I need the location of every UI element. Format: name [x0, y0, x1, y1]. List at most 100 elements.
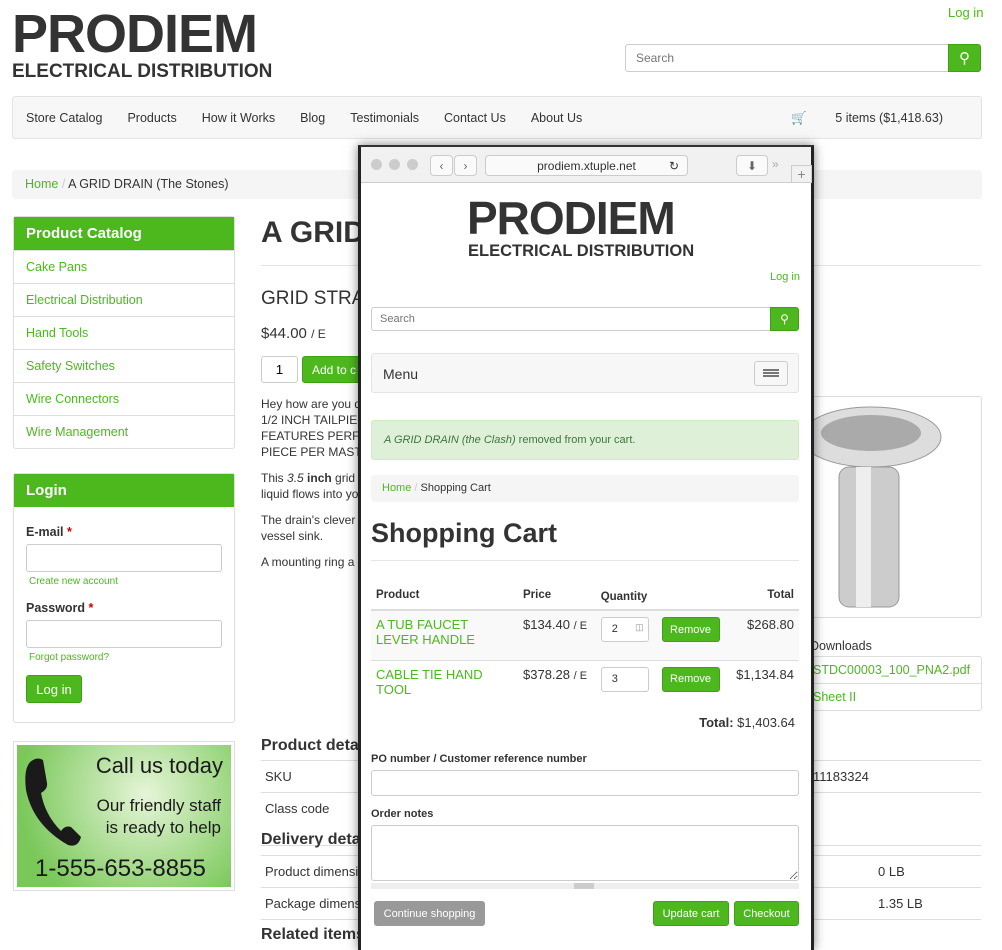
menu-label: Menu [383, 366, 419, 382]
cart-qty-input[interactable]: 3 [600, 666, 649, 692]
add-to-cart-button[interactable]: Add to c [302, 356, 362, 383]
col-product: Product [376, 589, 420, 601]
email-field[interactable] [26, 544, 222, 572]
catalog-item[interactable]: Wire Management [14, 415, 234, 448]
create-account-link[interactable]: Create new account [29, 576, 118, 587]
notes-label: Order notes [371, 808, 434, 820]
password-field[interactable] [26, 620, 222, 648]
search-button[interactable]: ⚲ [948, 44, 981, 72]
stepper-icon[interactable]: ◫ [635, 622, 644, 633]
cart-item-link[interactable]: CABLE TIE HAND TOOL [376, 667, 483, 697]
product-subtitle: GRID STRA [261, 288, 365, 309]
banner-phone: 1-555-653-8855 [35, 855, 206, 882]
search-icon: ⚲ [780, 312, 789, 326]
forward-button[interactable]: › [454, 155, 477, 176]
po-number-input[interactable] [371, 770, 799, 796]
close-window-button[interactable] [371, 159, 382, 170]
product-description: Hey how are you d 1/2 INCH TAILPIEC FEATUR… [261, 397, 369, 569]
new-tab-button[interactable]: + [791, 165, 812, 183]
downloads-list: STDC00003_100_PNA2.pdf Sheet II [800, 656, 982, 711]
logo[interactable]: PRODIEM [12, 6, 258, 62]
popup-breadcrumb-home[interactable]: Home [382, 482, 411, 494]
banner-line1: Call us today [95, 753, 223, 778]
cart-item-total: $1,134.84 [736, 666, 794, 682]
browser-toolbar: ‹ › prodiem.xtuple.net ↻ ⬇ » + [361, 147, 812, 183]
breadcrumb-current: A GRID DRAIN (The Stones) [68, 177, 229, 191]
download-link[interactable]: STDC00003_100_PNA2.pdf [801, 657, 981, 683]
cart-grand-total: Total: $1,403.64 [699, 715, 795, 730]
catalog-item[interactable]: Electrical Distribution [14, 283, 234, 316]
download-icon: ⬇ [746, 158, 758, 173]
downloads-button[interactable]: ⬇ [736, 155, 768, 176]
col-quantity: Quantity [600, 591, 648, 603]
email-label: E-mail [26, 525, 64, 539]
order-notes-textarea[interactable] [371, 825, 799, 881]
popup-breadcrumb: Home / Shopping Cart [371, 475, 799, 502]
nav-products[interactable]: Products [127, 111, 176, 125]
nav-about-us[interactable]: About Us [531, 111, 582, 125]
search-input[interactable] [625, 44, 949, 72]
more-icon[interactable]: » [772, 157, 779, 171]
update-cart-button[interactable]: Update cart [653, 901, 729, 926]
horizontal-scrollbar[interactable] [371, 883, 799, 889]
popup-login-link[interactable]: Log in [770, 271, 800, 283]
nav-blog[interactable]: Blog [300, 111, 325, 125]
remove-button[interactable]: Remove [661, 666, 720, 692]
cart-row: A TUB FAUCET LEVER HANDLE $134.40 / E 2 ◫… [371, 610, 799, 660]
catalog-title: Product Catalog [14, 217, 234, 250]
product-image [800, 396, 982, 618]
product-qty[interactable] [261, 356, 298, 383]
nav-store-catalog[interactable]: Store Catalog [26, 111, 102, 125]
downloads-title: Downloads [810, 639, 872, 653]
popup-logo[interactable]: PRODIEM [467, 195, 676, 241]
login-link[interactable]: Log in [948, 5, 983, 20]
hamburger-menu-button[interactable] [754, 361, 788, 386]
remove-button[interactable]: Remove [661, 617, 720, 642]
cart-table: Product Price Quantity Total A TUB FAUCET L… [371, 581, 799, 710]
login-button[interactable]: Log in [26, 675, 82, 703]
nav-how-it-works[interactable]: How it Works [202, 111, 275, 125]
cart-row: CABLE TIE HAND TOOL $378.28 / E 3 Remove… [371, 660, 799, 710]
product-title: A GRID [261, 216, 365, 249]
checkout-button[interactable]: Checkout [734, 901, 799, 926]
col-price: Price [523, 589, 552, 601]
address-bar[interactable]: prodiem.xtuple.net ↻ [485, 155, 688, 176]
cart-icon: 🛒 [791, 111, 807, 125]
product-catalog-panel: Product Catalog Cake Pans Electrical Dis… [13, 216, 235, 449]
nav-contact-us[interactable]: Contact Us [444, 111, 506, 125]
cart-title: Shopping Cart [371, 518, 557, 548]
catalog-item[interactable]: Hand Tools [14, 316, 234, 349]
hamburger-icon [763, 369, 779, 377]
popup-menu-bar: Menu [371, 353, 799, 393]
related-items-title: Related items [261, 926, 366, 943]
cart-qty-input[interactable]: 2 ◫ [600, 617, 649, 642]
zoom-window-button[interactable] [407, 159, 418, 170]
catalog-item[interactable]: Wire Connectors [14, 382, 234, 415]
forgot-password-link[interactable]: Forgot password? [29, 652, 109, 663]
nav-testimonials[interactable]: Testimonials [350, 111, 419, 125]
col-total: Total [767, 589, 794, 601]
call-us-banner: Call us today Our friendly staff is ready… [13, 741, 235, 891]
popup-search-input[interactable] [371, 307, 771, 331]
product-price: $44.00 / E [261, 325, 326, 342]
login-panel: Login E-mail * Create new account Passwo… [13, 473, 235, 723]
product-details-title: Product detail [261, 737, 368, 754]
catalog-item[interactable]: Safety Switches [14, 349, 234, 382]
back-button[interactable]: ‹ [430, 155, 453, 176]
download-link[interactable]: Sheet II [801, 683, 981, 710]
continue-shopping-button[interactable]: Continue shopping [374, 901, 485, 926]
drain-image [801, 406, 942, 608]
catalog-item[interactable]: Cake Pans [14, 250, 234, 283]
popup-breadcrumb-current: Shopping Cart [420, 482, 491, 494]
chevron-right-icon: › [463, 158, 468, 173]
minimize-window-button[interactable] [389, 159, 400, 170]
cart-item-link[interactable]: A TUB FAUCET LEVER HANDLE [376, 617, 475, 647]
main-nav: Store Catalog Products How it Works Blog Tes… [12, 96, 982, 139]
breadcrumb-home[interactable]: Home [25, 177, 58, 191]
popup-logo-subtitle: ELECTRICAL DISTRIBUTION [468, 242, 695, 260]
cart-summary[interactable]: 🛒 5 items ($1,418.63) [791, 111, 968, 126]
reload-icon[interactable]: ↻ [669, 159, 679, 173]
search-icon: ⚲ [959, 50, 970, 67]
popup-search-button[interactable]: ⚲ [770, 307, 799, 331]
po-label: PO number / Customer reference number [371, 753, 587, 765]
